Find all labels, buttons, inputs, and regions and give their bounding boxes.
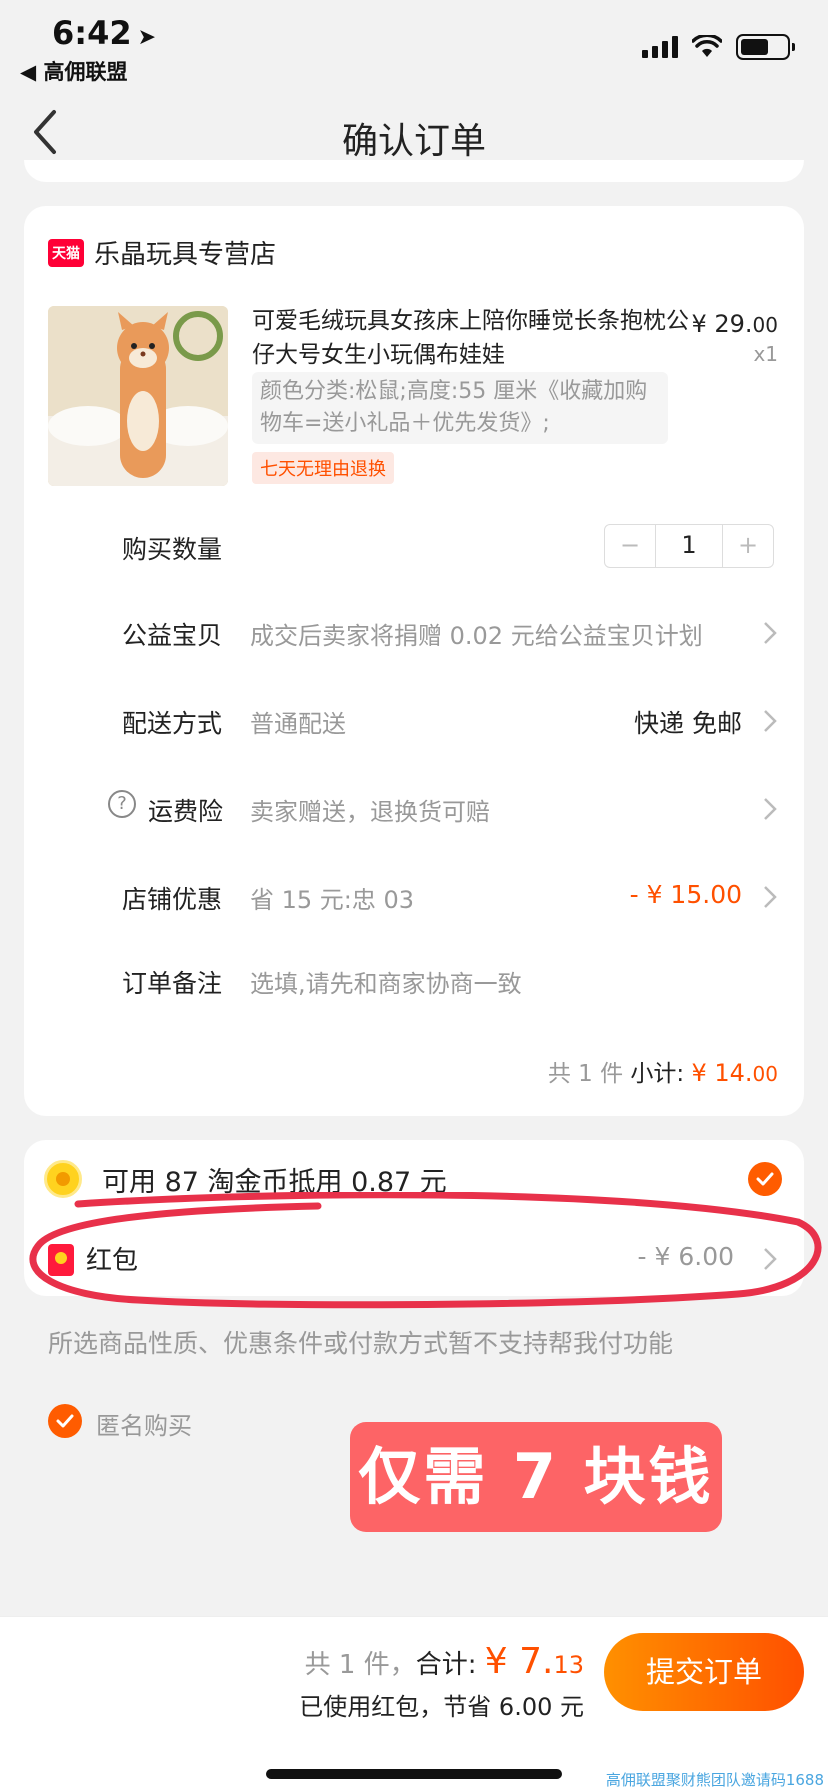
submit-order-button[interactable]: 提交订单: [604, 1633, 804, 1711]
subtotal: 共 1 件 小计: ¥ 14.00: [548, 1054, 778, 1088]
product-price: ¥ 29.00: [691, 310, 778, 338]
order-remark-row: 订单备注 选填,请先和商家协商一致: [24, 950, 804, 1010]
insurance-value: 卖家赠送，退换货可赔: [250, 798, 490, 826]
coins-checkbox[interactable]: [748, 1162, 782, 1196]
product-title[interactable]: 可爱毛绒玩具女孩床上陪你睡觉长条抱枕公仔大号女生小玩偶布娃娃: [252, 304, 692, 372]
battery-icon: [736, 34, 795, 60]
anonymous-checkbox[interactable]: [48, 1404, 82, 1438]
subtotal-count: 共 1 件: [547, 1061, 624, 1087]
product-quantity: x1: [753, 342, 778, 366]
remark-label: 订单备注: [122, 969, 223, 998]
total-count: 共 1 件，: [304, 1650, 416, 1680]
notice-text: 所选商品性质、优惠条件或付款方式暂不支持帮我付功能: [48, 1329, 674, 1358]
product-sku: 颜色分类:松鼠;高度:55 厘米《收藏加购物车=送小礼品＋优先发货》;: [252, 372, 668, 444]
chevron-right-icon: [764, 710, 777, 732]
store-discount-amount: - ¥ 15.00: [629, 880, 742, 909]
quantity-stepper: − 1 +: [604, 524, 774, 568]
checkmark-icon: [56, 1414, 74, 1428]
page-title: 确认订单: [341, 121, 486, 162]
subtotal-amount-main: ¥ 14.: [691, 1059, 753, 1087]
status-time: 6:42 ➤: [52, 14, 156, 52]
chevron-right-icon: [764, 886, 777, 908]
time-text: 6:42: [52, 14, 132, 52]
price-cents: 00: [752, 313, 778, 337]
watermark-text: 高佣联盟聚财熊团队邀请码1688: [605, 1771, 824, 1789]
promo-overlay-label: 仅需 7 块钱: [350, 1422, 722, 1532]
total-amount: ¥ 7.13: [485, 1641, 584, 1682]
store-discount-label: 店铺优惠: [122, 885, 223, 914]
total-amount-cents: 13: [553, 1651, 584, 1679]
status-bar: 6:42 ➤ ◀ 高佣联盟: [0, 0, 828, 90]
quantity-row: 购买数量 − 1 +: [24, 516, 804, 576]
product-image[interactable]: [48, 306, 228, 486]
subtotal-amount-cents: 00: [752, 1062, 778, 1086]
total-amount-main: ¥ 7.: [484, 1641, 554, 1682]
quantity-label: 购买数量: [122, 535, 223, 564]
home-indicator[interactable]: [266, 1769, 562, 1779]
back-to-app-link[interactable]: ◀ 高佣联盟: [20, 56, 127, 86]
squirrel-plush-image: [48, 306, 228, 486]
charity-value: 成交后卖家将捐赠 0.02 元给公益宝贝计划: [250, 622, 703, 650]
chevron-right-icon: [764, 622, 777, 644]
shipping-insurance-row[interactable]: ? 运费险 卖家赠送，退换货可赔: [24, 778, 804, 838]
delivery-row[interactable]: 配送方式 普通配送 快递 免邮: [24, 690, 804, 750]
tmall-logo-icon: 天猫: [48, 238, 84, 267]
quantity-value[interactable]: 1: [655, 525, 723, 567]
chevron-right-icon: [764, 798, 777, 820]
status-icons: [642, 34, 795, 60]
price-main: ¥ 29.: [691, 310, 753, 338]
total-line: 共 1 件，合计: ¥ 7.13: [305, 1641, 584, 1682]
delivery-label: 配送方式: [122, 709, 223, 738]
subtotal-label: 小计:: [630, 1061, 685, 1087]
charity-label: 公益宝贝: [122, 621, 223, 650]
store-discount-row[interactable]: 店铺优惠 省 15 元:忠 03 - ¥ 15.00: [24, 866, 804, 926]
cellular-signal-icon: [642, 36, 678, 58]
subtotal-amount: ¥ 14.00: [691, 1059, 778, 1087]
total-label: 合计:: [415, 1650, 477, 1680]
store-name: 乐晶玩具专营店: [94, 240, 277, 270]
location-arrow-icon: ➤: [137, 25, 157, 50]
decrease-button[interactable]: −: [605, 525, 655, 567]
delivery-value: 普通配送: [250, 710, 346, 738]
annotation-circle: [29, 1192, 822, 1309]
store-order-card: 天猫 乐晶玩具专营店 可爱毛绒玩具女孩床上陪你睡觉长条抱枕公仔大号女生小玩偶布娃…: [24, 206, 804, 1116]
store-discount-value: 省 15 元:忠 03: [250, 886, 415, 914]
wifi-icon: [692, 35, 722, 57]
delivery-method: 快递 免邮: [634, 709, 742, 738]
address-card-bottom: [24, 160, 804, 182]
checkmark-icon: [756, 1172, 774, 1186]
return-policy-tag: 七天无理由退换: [252, 452, 394, 484]
remark-input[interactable]: 选填,请先和商家协商一致: [250, 964, 522, 999]
saved-text: 已使用红包，节省 6.00 元: [299, 1693, 584, 1721]
store-header[interactable]: 天猫 乐晶玩具专营店: [48, 234, 276, 271]
charity-row[interactable]: 公益宝贝 成交后卖家将捐赠 0.02 元给公益宝贝计划: [24, 602, 804, 662]
bottom-bar: 共 1 件，合计: ¥ 7.13 已使用红包，节省 6.00 元 提交订单 高佣…: [0, 1616, 828, 1792]
help-icon[interactable]: ?: [108, 790, 136, 818]
insurance-label: 运费险: [148, 797, 224, 826]
increase-button[interactable]: +: [723, 525, 773, 567]
anonymous-label: 匿名购买: [96, 1412, 192, 1440]
